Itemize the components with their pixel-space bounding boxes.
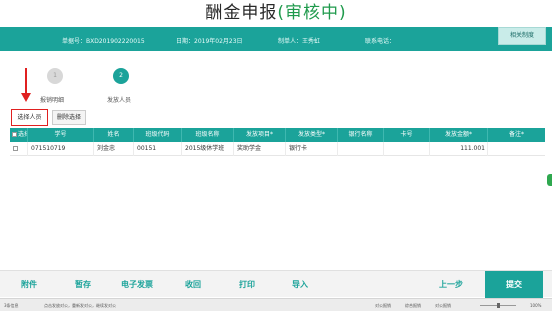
cell-pay-item[interactable]: 奖助学金 [234, 142, 286, 156]
doc-number: 单据号：BXD201902220015 [62, 38, 145, 45]
status-message: 点击发放对公，重新发对公，继续发对公 [44, 303, 116, 308]
select-person-button[interactable]: 选择人员 [11, 109, 48, 126]
print-button[interactable]: 打印 [232, 271, 262, 298]
header-bank-name: 银行名称 [338, 128, 384, 142]
withdraw-button[interactable]: 收回 [178, 271, 208, 298]
header-remark: 备注* [508, 131, 524, 138]
header-amount: 发放金额* [430, 128, 488, 142]
status-item-2[interactable]: 综合报销 [405, 303, 421, 309]
header-select: 选择 [10, 128, 28, 142]
header-class-code: 班级代码 [134, 128, 182, 142]
cell-student-id[interactable]: 071510719 [28, 142, 94, 156]
header-card-no: 卡号 [384, 128, 430, 142]
status-item-1[interactable]: 对公报销 [375, 303, 391, 309]
side-float-tab[interactable] [547, 174, 552, 186]
header-class-name: 班级名称 [182, 128, 234, 142]
header-pay-type: 发放类型* [286, 128, 338, 142]
step-1-circle[interactable]: 1 [47, 68, 63, 84]
step-1-label[interactable]: 报销明细 [40, 95, 64, 104]
status-count: 3条信息 [4, 303, 19, 308]
step-2-label[interactable]: 发放人员 [107, 95, 131, 104]
cell-name[interactable]: 刘金忠 [94, 142, 134, 156]
cell-amount[interactable]: 111.001 [430, 142, 488, 156]
header-student-id: 学号 [28, 128, 94, 142]
doc-date: 日期：2019年02月23日 [176, 38, 243, 45]
doc-phone: 联系电话： [365, 38, 396, 45]
annotation-arrow-head [21, 93, 31, 102]
cell-card-no[interactable] [384, 142, 430, 156]
bottom-action-bar: 附件 暂存 电子发票 收回 打印 导入 上一步 提交 [0, 270, 552, 298]
related-rules-button[interactable]: 相关制度 [498, 27, 546, 45]
cell-class-code[interactable]: 00151 [134, 142, 182, 156]
import-button[interactable]: 导入 [285, 271, 315, 298]
page-title-main: 酬金申报 [205, 3, 278, 23]
table-row: 071510719 刘金忠 00151 2015级休学班 奖助学金 银行卡 11… [10, 142, 545, 156]
cell-pay-type[interactable]: 银行卡 [286, 142, 338, 156]
cell-remark[interactable] [488, 142, 545, 156]
cell-bank-name[interactable] [338, 142, 384, 156]
submit-button[interactable]: 提交 [485, 271, 543, 298]
save-draft-button[interactable]: 暂存 [68, 271, 98, 298]
previous-step-button[interactable]: 上一步 [432, 271, 470, 298]
e-invoice-button[interactable]: 电子发票 [116, 271, 158, 298]
document-info-bar: 单据号：BXD201902220015 日期：2019年02月23日 制单人：王… [0, 27, 552, 51]
annotation-arrow-shaft [25, 68, 27, 94]
step-2-circle[interactable]: 2 [113, 68, 129, 84]
zoom-slider-handle[interactable] [497, 303, 500, 308]
cell-class-name[interactable]: 2015级休学班 [182, 142, 234, 156]
row-checkbox[interactable] [13, 146, 18, 151]
browser-status-bar: 3条信息 点击发放对公，重新发对公，继续发对公 对公报销 综合报销 对公报销 1… [0, 298, 552, 311]
doc-creator: 制单人：王秀虹 [278, 38, 321, 45]
table-header: 选择 学号 姓名 班级代码 班级名称 发放项目* 发放类型* 银行名称 卡号 发… [10, 128, 545, 142]
header-pay-item: 发放项目* [234, 128, 286, 142]
delete-selection-button[interactable]: 删除选择 [52, 110, 86, 125]
attach-button[interactable]: 附件 [14, 271, 44, 298]
zoom-level: 100% [530, 303, 542, 308]
progress-steps: 1 2 报销明细 发放人员 [0, 64, 300, 109]
status-item-3[interactable]: 对公报销 [435, 303, 451, 309]
header-name: 姓名 [94, 128, 134, 142]
payee-table: 选择 学号 姓名 班级代码 班级名称 发放项目* 发放类型* 银行名称 卡号 发… [10, 128, 545, 156]
page-title-status: (审核中) [277, 3, 347, 23]
page-title: 酬金申报(审核中) [0, 2, 552, 24]
row-select-cell [10, 142, 28, 156]
select-all-checkbox[interactable] [12, 132, 17, 137]
